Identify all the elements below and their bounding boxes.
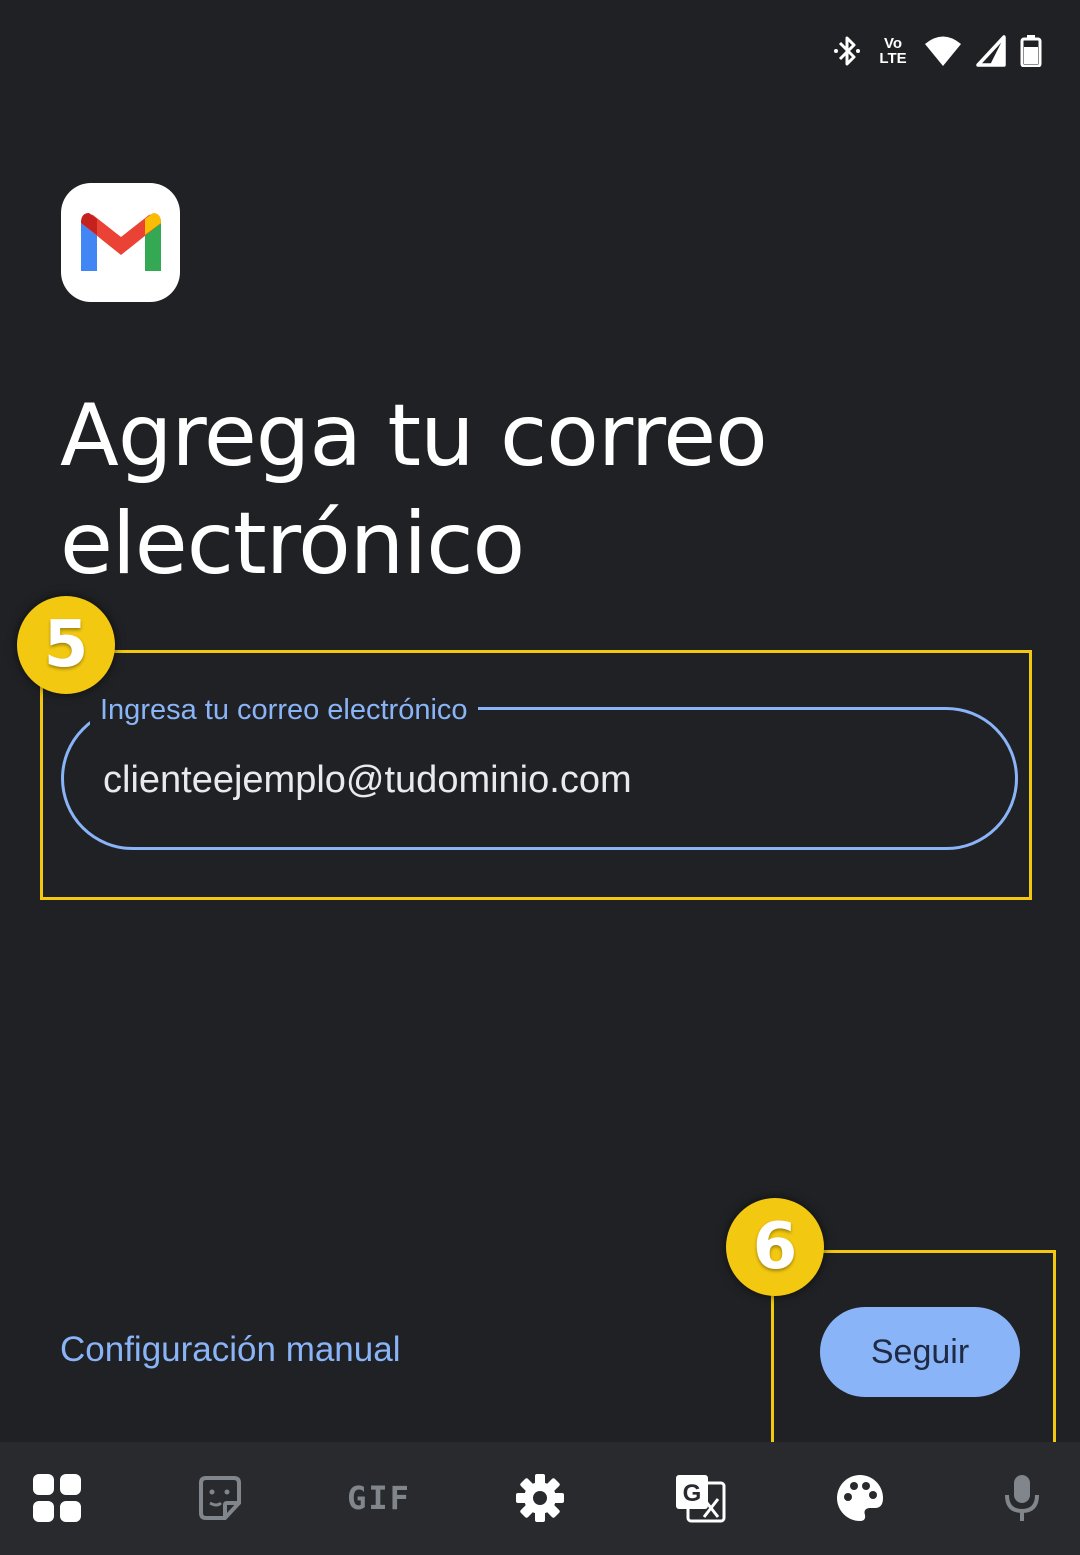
status-bar: Vo LTE <box>0 0 1080 100</box>
step-badge-6: 6 <box>726 1198 824 1296</box>
settings-icon[interactable] <box>505 1466 575 1530</box>
signal-icon <box>976 35 1006 67</box>
step-badge-5: 5 <box>17 596 115 694</box>
microphone-icon[interactable] <box>987 1466 1057 1530</box>
svg-text:G: G <box>683 1480 702 1507</box>
page-title: Agrega tu correo electrónico <box>60 386 768 594</box>
volte-icon: Vo LTE <box>879 35 907 67</box>
sticker-icon[interactable] <box>185 1466 255 1530</box>
translate-icon[interactable]: G <box>665 1466 735 1530</box>
gmail-logo <box>61 183 180 302</box>
email-field[interactable] <box>103 752 983 808</box>
apps-grid-icon[interactable] <box>22 1466 92 1530</box>
battery-icon <box>1020 35 1042 67</box>
wifi-icon <box>924 35 962 67</box>
email-field-label: Ingresa tu correo electrónico <box>90 694 478 727</box>
gif-button[interactable]: GIF <box>344 1466 414 1530</box>
keyboard-toolbar: GIF G <box>0 1442 1080 1555</box>
next-button[interactable]: Seguir <box>820 1307 1020 1397</box>
bluetooth-icon <box>832 34 862 68</box>
manual-configuration-link[interactable]: Configuración manual <box>60 1330 400 1370</box>
status-icons: Vo LTE <box>832 34 1042 68</box>
palette-icon[interactable] <box>825 1466 895 1530</box>
